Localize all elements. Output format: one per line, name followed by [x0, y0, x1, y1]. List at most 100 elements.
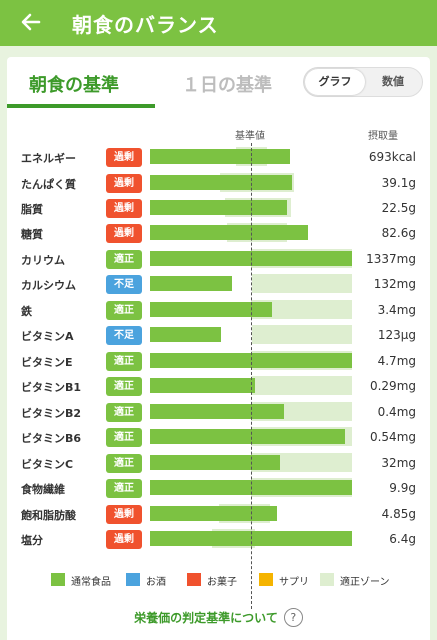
- nutrient-name: ビタミンA: [21, 330, 74, 343]
- status-badge: 過剰: [106, 174, 142, 193]
- status-badge: 適正: [106, 479, 142, 498]
- nutrient-name: ビタミンC: [21, 458, 74, 471]
- intake-amount: 132mg: [373, 277, 416, 291]
- status-badge: 適正: [106, 377, 142, 396]
- status-badge: 適正: [106, 352, 142, 371]
- nutrient-row: ビタミンE 適正 4.7mg: [7, 349, 430, 374]
- legend-label: 通常食品: [71, 577, 111, 588]
- status-badge: 適正: [106, 403, 142, 422]
- intake-amount: 693kcal: [368, 150, 416, 164]
- nutrient-row: ビタミンC 適正 32mg: [7, 451, 430, 476]
- nutrient-row: エネルギー 過剰 693kcal: [7, 145, 430, 170]
- intake-amount: 39.1g: [381, 176, 416, 190]
- intake-bar: [150, 149, 290, 164]
- balance-card: 朝食の基準 １日の基準 グラフ 数値 基準値 摂取量 エネルギー 過剰 693kca…: [7, 57, 430, 640]
- status-badge: 不足: [106, 275, 142, 294]
- intake-bar: [150, 378, 255, 393]
- status-badge: 過剰: [106, 199, 142, 218]
- nutrient-name: 糖質: [21, 228, 43, 241]
- status-badge: 過剰: [106, 530, 142, 549]
- nutrient-row: 鉄 適正 3.4mg: [7, 298, 430, 323]
- intake-amount: 9.9g: [389, 481, 416, 495]
- nutrient-row: たんぱく質 過剰 39.1g: [7, 171, 430, 196]
- nutrient-row: 脂質 過剰 22.5g: [7, 196, 430, 221]
- status-badge: 過剰: [106, 224, 142, 243]
- intake-bar: [150, 302, 272, 317]
- legend-label: お菓子: [207, 577, 237, 588]
- legend-label: サプリ: [279, 577, 309, 588]
- status-badge: 過剰: [106, 148, 142, 167]
- intake-bar: [150, 225, 308, 240]
- legend-swatch: [187, 573, 201, 586]
- standard-column-header: 基準値: [235, 131, 265, 142]
- legend: 通常食品 お酒 お菓子 サプリ 適正ゾーン: [7, 571, 430, 589]
- intake-bar: [150, 276, 232, 291]
- status-badge: 適正: [106, 428, 142, 447]
- criteria-link[interactable]: 栄養価の判定基準について?: [7, 607, 430, 627]
- tab-daily-standard[interactable]: １日の基準: [182, 71, 272, 97]
- intake-amount: 32mg: [381, 456, 416, 470]
- intake-amount: 4.7mg: [377, 354, 416, 368]
- standard-line: [251, 143, 252, 609]
- nutrient-name: カリウム: [21, 254, 65, 267]
- nutrient-row: 塩分 過剰 6.4g: [7, 527, 430, 552]
- active-tab-indicator: [7, 104, 155, 108]
- app-bar: 朝食のバランス: [0, 0, 437, 46]
- nutrient-name: 鉄: [21, 305, 32, 318]
- intake-amount: 82.6g: [381, 226, 416, 240]
- intake-bar: [150, 506, 277, 521]
- nutrient-name: ビタミンB6: [21, 432, 82, 445]
- appropriate-zone: [252, 325, 352, 344]
- intake-amount: 0.4mg: [377, 405, 416, 419]
- intake-bar: [150, 455, 280, 470]
- legend-swatch: [51, 573, 65, 586]
- intake-amount: 123μg: [377, 328, 416, 342]
- nutrient-row: 糖質 過剰 82.6g: [7, 221, 430, 246]
- status-badge: 適正: [106, 454, 142, 473]
- tab-breakfast-standard[interactable]: 朝食の基準: [29, 71, 119, 97]
- nutrient-row: カルシウム 不足 132mg: [7, 272, 430, 297]
- toggle-numeric-button[interactable]: 数値: [365, 69, 421, 95]
- intake-amount: 3.4mg: [377, 303, 416, 317]
- intake-amount: 0.54mg: [369, 430, 416, 444]
- nutrient-name: ビタミンB2: [21, 407, 82, 420]
- question-circle-icon[interactable]: ?: [283, 608, 303, 627]
- nutrient-name: カルシウム: [21, 279, 76, 292]
- nutrient-row: ビタミンB1 適正 0.29mg: [7, 374, 430, 399]
- view-toggle: グラフ 数値: [303, 67, 423, 97]
- intake-amount: 4.85g: [381, 507, 416, 521]
- intake-bar: [150, 404, 284, 419]
- legend-swatch: [126, 573, 140, 586]
- nutrient-name: エネルギー: [21, 152, 76, 165]
- nutrient-name: たんぱく質: [21, 178, 76, 191]
- legend-label: 適正ゾーン: [340, 577, 390, 588]
- nutrient-name: ビタミンB1: [21, 381, 82, 394]
- nutrient-name: ビタミンE: [21, 356, 73, 369]
- status-badge: 適正: [106, 301, 142, 320]
- status-badge: 過剰: [106, 505, 142, 524]
- intake-bar: [150, 327, 221, 342]
- nutrient-name: 飽和脂肪酸: [21, 509, 76, 522]
- legend-swatch: [259, 573, 273, 586]
- criteria-link-text[interactable]: 栄養価の判定基準について: [134, 611, 278, 625]
- appropriate-zone: [251, 376, 352, 395]
- legend-label: お酒: [146, 577, 166, 588]
- nutrient-row: カリウム 適正 1337mg: [7, 247, 430, 272]
- intake-bar: [150, 175, 292, 190]
- nutrient-row: 食物繊維 適正 9.9g: [7, 476, 430, 501]
- nutrient-row: ビタミンA 不足 123μg: [7, 323, 430, 348]
- nutrient-name: 食物繊維: [21, 483, 65, 496]
- nutrient-row: ビタミンB6 適正 0.54mg: [7, 425, 430, 450]
- nutrient-name: 脂質: [21, 203, 43, 216]
- nutrient-row: 飽和脂肪酸 過剰 4.85g: [7, 502, 430, 527]
- intake-amount: 22.5g: [381, 201, 416, 215]
- intake-amount: 1337mg: [366, 252, 416, 266]
- intake-column-header: 摂取量: [368, 131, 398, 142]
- appropriate-zone: [252, 274, 352, 293]
- back-arrow-icon[interactable]: [18, 9, 44, 35]
- nutrient-row: ビタミンB2 適正 0.4mg: [7, 400, 430, 425]
- status-badge: 適正: [106, 250, 142, 269]
- toggle-graph-button[interactable]: グラフ: [305, 69, 365, 95]
- legend-swatch: [320, 573, 334, 586]
- intake-bar: [150, 429, 345, 444]
